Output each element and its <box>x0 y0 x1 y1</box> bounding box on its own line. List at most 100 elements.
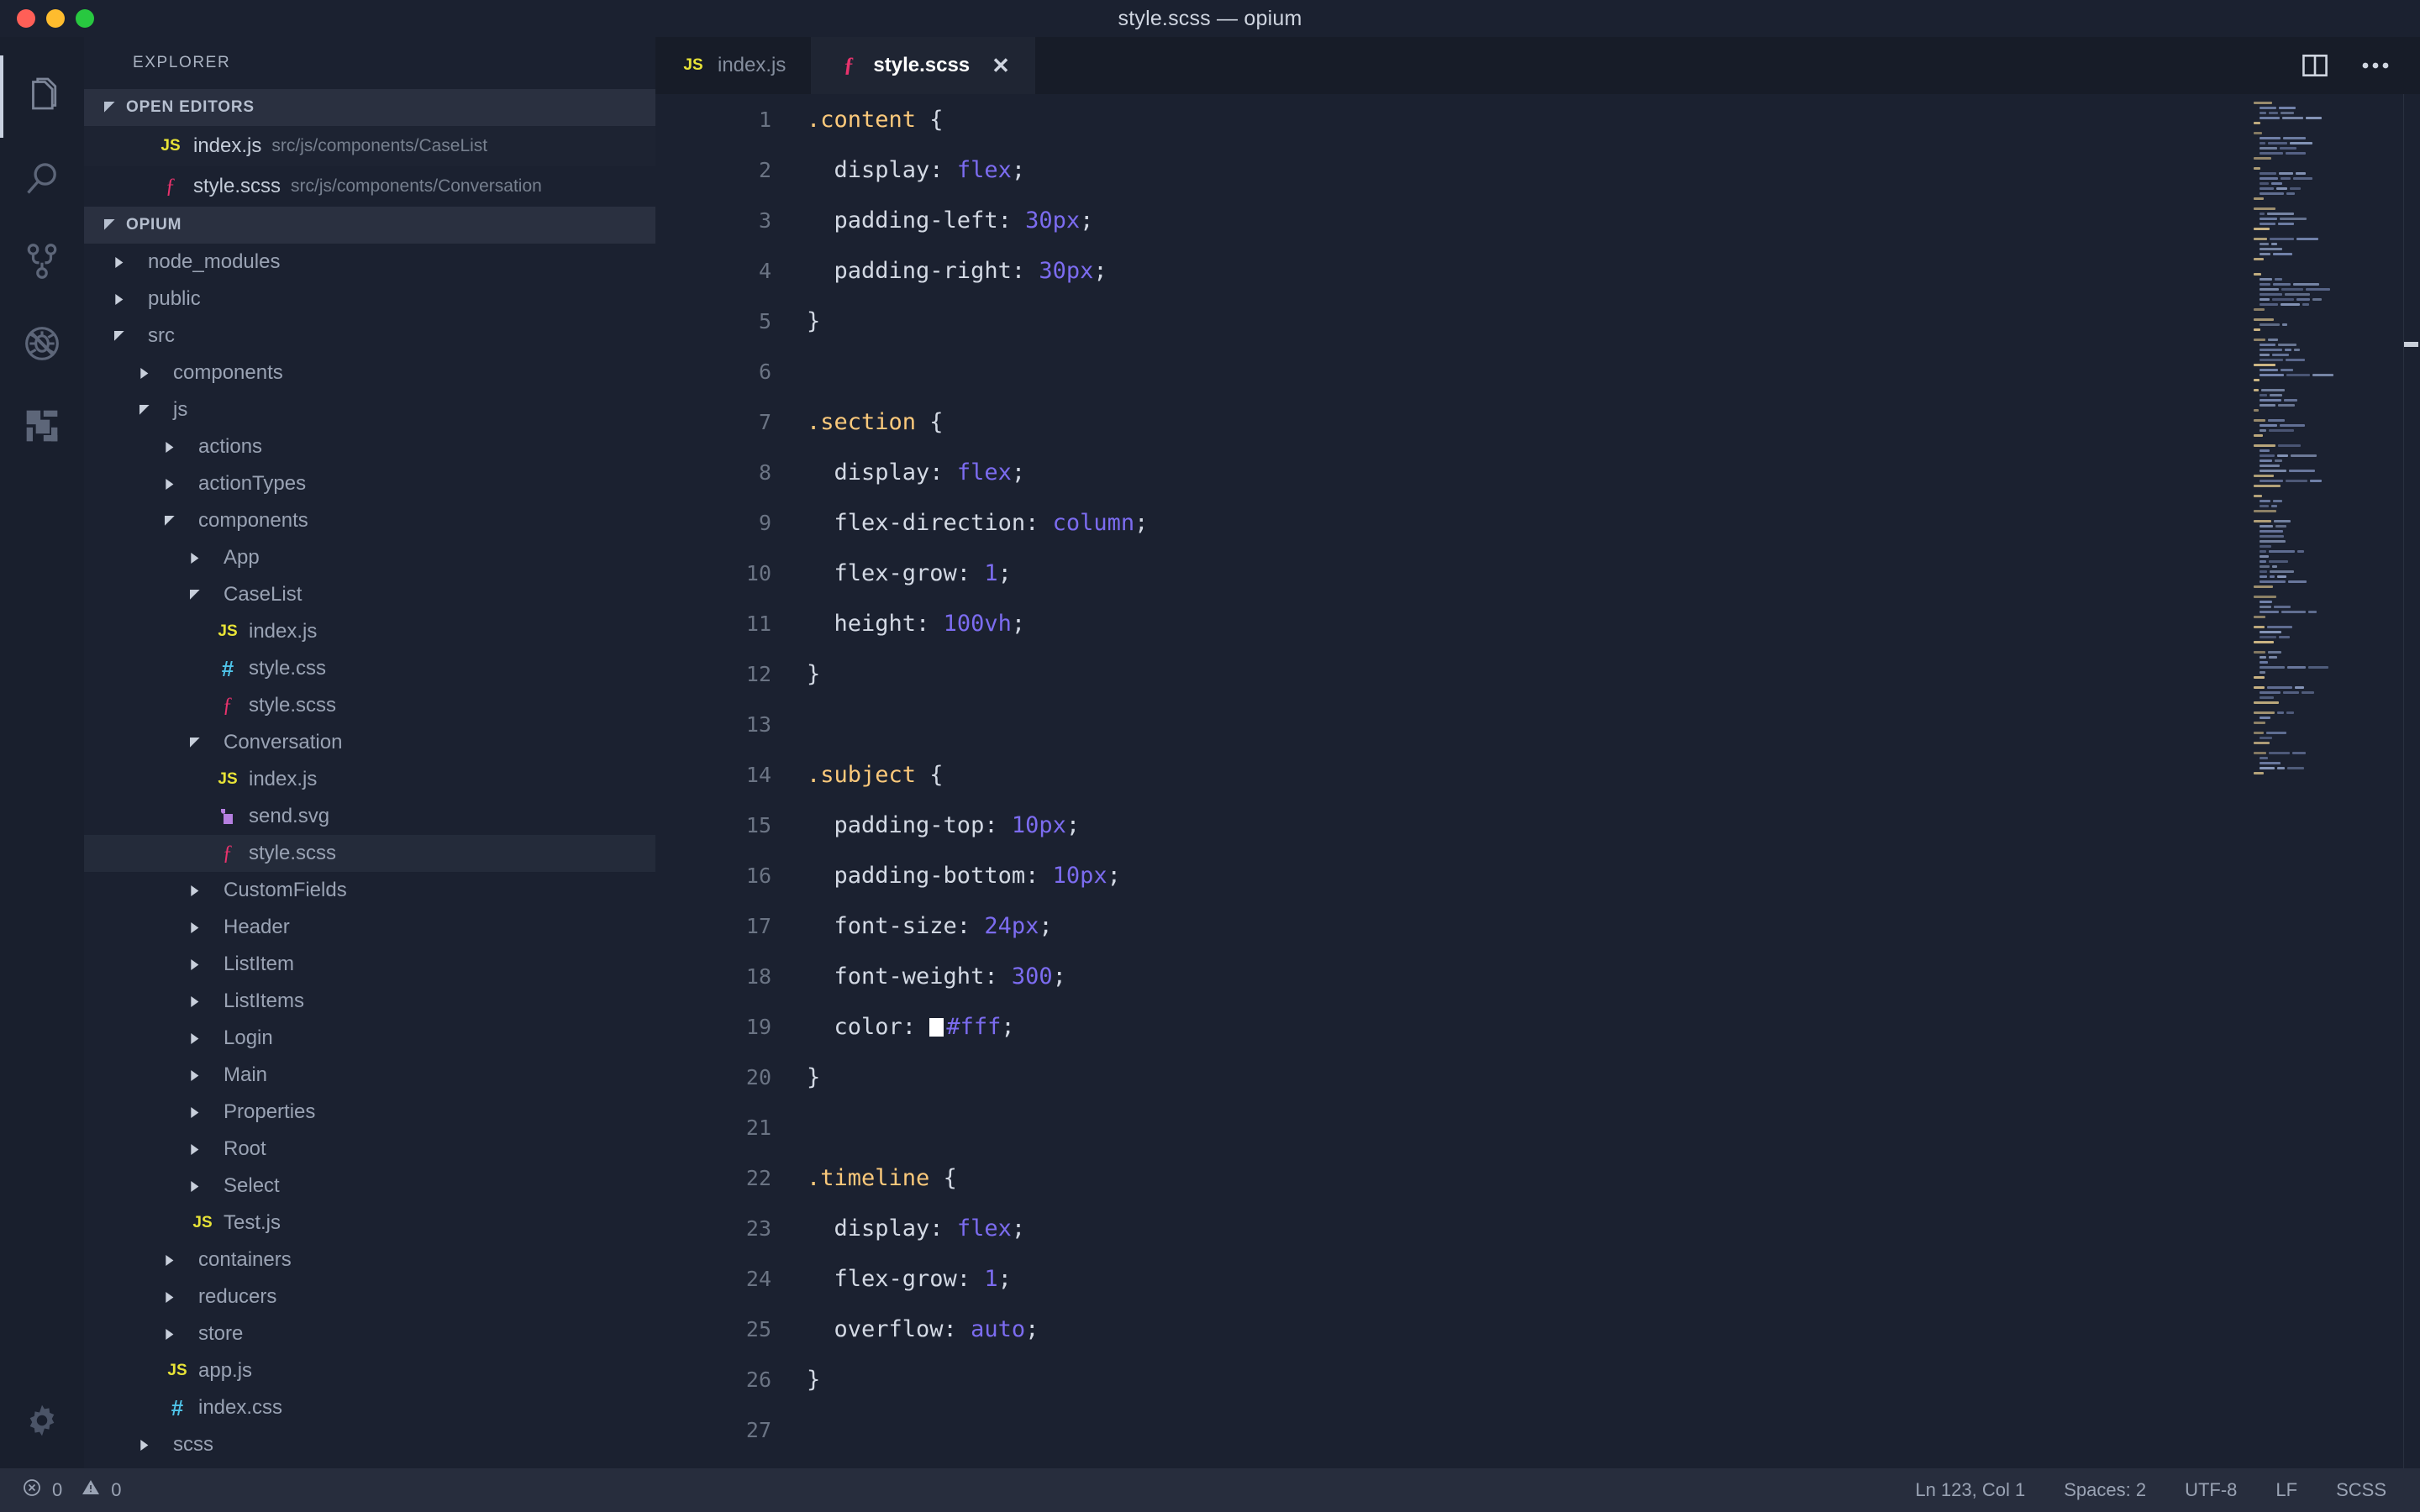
file-tree[interactable]: node_modulespublicsrccomponentsjsactions… <box>84 244 655 1468</box>
tree-item-header[interactable]: Header <box>84 909 655 946</box>
code-line[interactable]: 19 color: #fff; <box>655 1001 2244 1052</box>
activity-debug[interactable] <box>0 302 84 385</box>
code-line[interactable]: 4 padding-right: 30px; <box>655 245 2244 296</box>
tree-item-components[interactable]: components <box>84 354 655 391</box>
code-line[interactable]: 8 display: flex; <box>655 447 2244 497</box>
activity-search[interactable] <box>0 138 84 220</box>
tree-item-reducers[interactable]: reducers <box>84 1278 655 1315</box>
activity-extensions[interactable] <box>0 385 84 467</box>
code-line[interactable]: 6 <box>655 346 2244 396</box>
code-line[interactable]: 2 display: flex; <box>655 144 2244 195</box>
tree-item-index-js[interactable]: JSindex.js <box>84 761 655 798</box>
tree-item-listitems[interactable]: ListItems <box>84 983 655 1020</box>
code-line[interactable]: 24 flex-grow: 1; <box>655 1253 2244 1304</box>
code-lines[interactable]: 1.content {2 display: flex;3 padding-lef… <box>655 94 2244 1468</box>
minimap[interactable] <box>2244 94 2403 1468</box>
code-line[interactable]: 7.section { <box>655 396 2244 447</box>
code-line[interactable]: 12} <box>655 648 2244 699</box>
tree-item-customfields[interactable]: CustomFields <box>84 872 655 909</box>
tree-item-main[interactable]: Main <box>84 1057 655 1094</box>
tree-item-test-js[interactable]: JSTest.js <box>84 1205 655 1242</box>
tree-item-style-scss[interactable]: ƒstyle.scss <box>84 687 655 724</box>
tree-item-node-modules[interactable]: node_modules <box>84 244 655 281</box>
chevron-right-icon <box>165 1255 190 1266</box>
code-line[interactable]: 17 font-size: 24px; <box>655 900 2244 951</box>
tree-item-app-js[interactable]: JSapp.js <box>84 1352 655 1389</box>
tree-item-containers[interactable]: containers <box>84 1242 655 1278</box>
code-line[interactable]: 25 overflow: auto; <box>655 1304 2244 1354</box>
tree-item-index-js[interactable]: JSindex.js <box>84 613 655 650</box>
minimize-window-button[interactable] <box>46 9 65 28</box>
minimap-line <box>2244 323 2403 327</box>
tree-item-caselist[interactable]: CaseList <box>84 576 655 613</box>
editor-scrollbar[interactable] <box>2403 94 2420 1468</box>
code-line[interactable]: 11 height: 100vh; <box>655 598 2244 648</box>
code-line[interactable]: 5} <box>655 296 2244 346</box>
maximize-window-button[interactable] <box>76 9 94 28</box>
open-editor-item-style-scss[interactable]: ƒ style.scss src/js/components/Conversat… <box>84 166 655 207</box>
tree-item-store[interactable]: store <box>84 1315 655 1352</box>
tree-item-label: CaseList <box>224 583 302 606</box>
minimap-line <box>2244 252 2403 256</box>
tab-index-js[interactable]: JS index.js <box>655 37 811 94</box>
status-eol[interactable]: LF <box>2275 1479 2297 1501</box>
code-line[interactable]: 13 <box>655 699 2244 749</box>
tree-item-style-scss[interactable]: ƒstyle.scss <box>84 835 655 872</box>
tree-item-actions[interactable]: actions <box>84 428 655 465</box>
code-line[interactable]: 21 <box>655 1102 2244 1152</box>
project-header[interactable]: OPIUM <box>84 207 655 244</box>
status-problems[interactable]: 0 0 <box>0 1478 122 1503</box>
code-line[interactable]: 28@keyframes fade-in { <box>655 1455 2244 1468</box>
tree-item-src[interactable]: src <box>84 318 655 354</box>
code-line[interactable]: 16 padding-bottom: 10px; <box>655 850 2244 900</box>
code-line[interactable]: 23 display: flex; <box>655 1203 2244 1253</box>
status-encoding[interactable]: UTF-8 <box>2185 1479 2237 1501</box>
tree-item-js[interactable]: js <box>84 391 655 428</box>
code-line[interactable]: 3 padding-left: 30px; <box>655 195 2244 245</box>
tree-item-root[interactable]: Root <box>84 1131 655 1168</box>
tree-item-actiontypes[interactable]: actionTypes <box>84 465 655 502</box>
tree-item-select[interactable]: Select <box>84 1168 655 1205</box>
tree-item-login[interactable]: Login <box>84 1020 655 1057</box>
status-indentation[interactable]: Spaces: 2 <box>2064 1479 2146 1501</box>
minimap-line <box>2244 479 2403 483</box>
tree-item-send-svg[interactable]: send.svg <box>84 798 655 835</box>
code-line[interactable]: 26} <box>655 1354 2244 1404</box>
code-line[interactable]: 9 flex-direction: column; <box>655 497 2244 548</box>
activity-manage[interactable] <box>0 1376 84 1468</box>
split-editor-icon[interactable] <box>2302 55 2328 76</box>
tree-item-listitem[interactable]: ListItem <box>84 946 655 983</box>
open-editor-item-index-js[interactable]: JS index.js src/js/components/CaseList <box>84 126 655 166</box>
code-line[interactable]: 10 flex-grow: 1; <box>655 548 2244 598</box>
code-line[interactable]: 20} <box>655 1052 2244 1102</box>
tree-item-index-css[interactable]: #index.css <box>84 1389 655 1426</box>
status-language-mode[interactable]: SCSS <box>2336 1479 2386 1501</box>
code-line[interactable]: 1.content { <box>655 94 2244 144</box>
tree-item-style-css[interactable]: #style.css <box>84 650 655 687</box>
activity-source-control[interactable] <box>0 220 84 302</box>
code-editor[interactable]: 1.content {2 display: flex;3 padding-lef… <box>655 94 2420 1468</box>
activity-explorer[interactable] <box>0 55 84 138</box>
minimap-line <box>2244 146 2403 150</box>
minimap-line <box>2244 499 2403 503</box>
ellipsis-icon[interactable] <box>2361 60 2390 71</box>
status-cursor-position[interactable]: Ln 123, Col 1 <box>1915 1479 2025 1501</box>
tree-item-conversation[interactable]: Conversation <box>84 724 655 761</box>
line-number: 3 <box>655 208 807 233</box>
tab-style-scss[interactable]: ƒ style.scss ✕ <box>811 37 1035 94</box>
close-icon[interactable]: ✕ <box>992 53 1010 79</box>
close-window-button[interactable] <box>17 9 35 28</box>
explorer-sidebar: EXPLORER OPEN EDITORS JS index.js src/js… <box>84 37 655 1468</box>
code-line[interactable]: 27 <box>655 1404 2244 1455</box>
tree-item-app[interactable]: App <box>84 539 655 576</box>
code-line[interactable]: 18 font-weight: 300; <box>655 951 2244 1001</box>
tree-item-components[interactable]: components <box>84 502 655 539</box>
tree-item-scss[interactable]: scss <box>84 1426 655 1463</box>
code-line[interactable]: 14.subject { <box>655 749 2244 800</box>
open-editors-header[interactable]: OPEN EDITORS <box>84 89 655 126</box>
tree-item-public[interactable]: public <box>84 281 655 318</box>
code-line[interactable]: 22.timeline { <box>655 1152 2244 1203</box>
code-line[interactable]: 15 padding-top: 10px; <box>655 800 2244 850</box>
minimap-line <box>2244 297 2403 302</box>
tree-item-properties[interactable]: Properties <box>84 1094 655 1131</box>
